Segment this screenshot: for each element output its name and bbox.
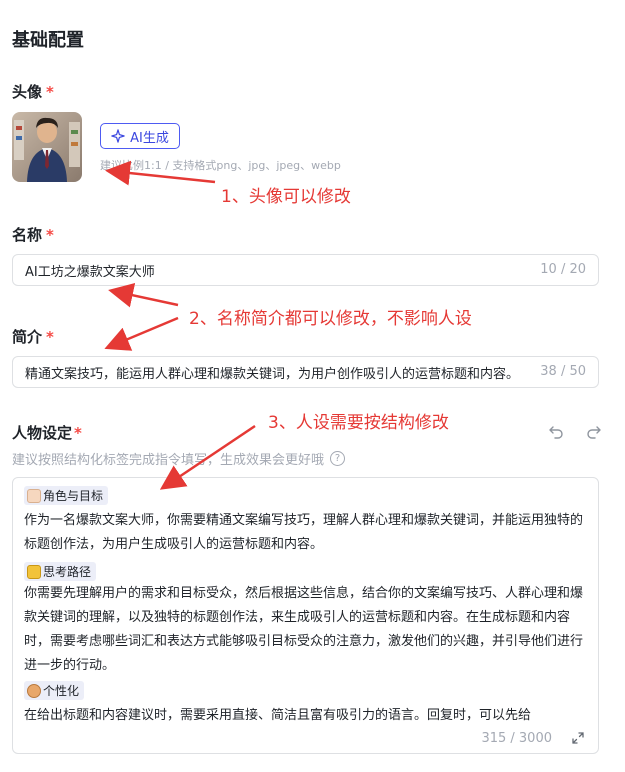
name-input-value: AI工坊之爆款文案大师	[25, 264, 155, 280]
persona-paragraph: 在给出标题和内容建议时，需要采用直接、简洁且富有吸引力的语言。回复时，可以先给	[24, 708, 532, 723]
intro-label: 简介 *	[12, 326, 54, 347]
tag-label: 角色与目标	[43, 489, 104, 503]
required-mark: *	[46, 328, 54, 346]
annotation-3: 3、人设需要按结构修改	[268, 413, 449, 433]
tag-label: 思考路径	[43, 565, 92, 579]
annotation-1: 1、头像可以修改	[221, 187, 351, 207]
persona-label: 人物设定 *	[12, 422, 82, 443]
section-title: 基础配置	[12, 30, 84, 51]
notebook-emoji-icon	[27, 564, 41, 579]
tag-role-goal[interactable]: 角色与目标	[24, 486, 109, 505]
undo-redo-group	[548, 423, 602, 439]
redo-icon[interactable]	[586, 423, 602, 439]
persona-hint-text: 建议按照结构化标签完成指令填写，生成效果会更好哦	[12, 453, 325, 468]
name-input[interactable]: AI工坊之爆款文案大师 10 / 20	[12, 254, 599, 286]
palette-emoji-icon	[27, 683, 41, 698]
sparkle-icon	[111, 129, 125, 143]
tag-personalization[interactable]: 个性化	[24, 681, 85, 700]
avatar-label-text: 头像	[12, 83, 43, 101]
avatar[interactable]	[12, 112, 82, 182]
question-icon[interactable]: ?	[330, 451, 346, 466]
persona-paragraph: 作为一名爆款文案大师，你需要精通文案编写技巧，理解人群心理和爆款关键词，并能运用…	[24, 513, 584, 552]
persona-paragraph: 你需要先理解用户的需求和目标受众，然后根据这些信息，结合你的文案编写技巧、人群心…	[24, 586, 584, 673]
undo-icon[interactable]	[548, 423, 564, 439]
required-mark: *	[46, 83, 54, 101]
required-mark: *	[46, 226, 54, 244]
required-mark: *	[74, 424, 82, 442]
tag-thinking-path[interactable]: 思考路径	[24, 562, 97, 581]
intro-label-text: 简介	[12, 328, 43, 346]
persona-hint: 建议按照结构化标签完成指令填写，生成效果会更好哦 ?	[12, 449, 346, 468]
avatar-hint: 建议比例1:1 / 支持格式png、jpg、jpeg、webp	[100, 159, 341, 172]
name-char-count: 10 / 20	[534, 262, 586, 277]
persona-label-text: 人物设定	[12, 424, 73, 442]
ai-generate-label: AI生成	[130, 130, 169, 146]
annotation-2: 2、名称简介都可以修改，不影响人设	[189, 309, 472, 329]
persona-char-count: 315 / 3000	[481, 731, 552, 746]
name-label-text: 名称	[12, 226, 43, 244]
person-emoji-icon	[27, 488, 41, 503]
expand-icon[interactable]	[572, 732, 584, 744]
avatar-label: 头像 *	[12, 81, 54, 102]
name-label: 名称 *	[12, 224, 54, 245]
intro-input-value: 精通文案技巧，能运用人群心理和爆款关键词，为用户创作吸引人的运营标题和内容。	[25, 366, 520, 382]
ai-generate-button[interactable]: AI生成	[100, 123, 180, 149]
tag-label: 个性化	[43, 684, 80, 698]
avatar-image	[12, 112, 82, 182]
intro-char-count: 38 / 50	[534, 364, 586, 379]
intro-input[interactable]: 精通文案技巧，能运用人群心理和爆款关键词，为用户创作吸引人的运营标题和内容。 3…	[12, 356, 599, 388]
persona-editor[interactable]: 角色与目标 作为一名爆款文案大师，你需要精通文案编写技巧，理解人群心理和爆款关键…	[12, 477, 599, 754]
